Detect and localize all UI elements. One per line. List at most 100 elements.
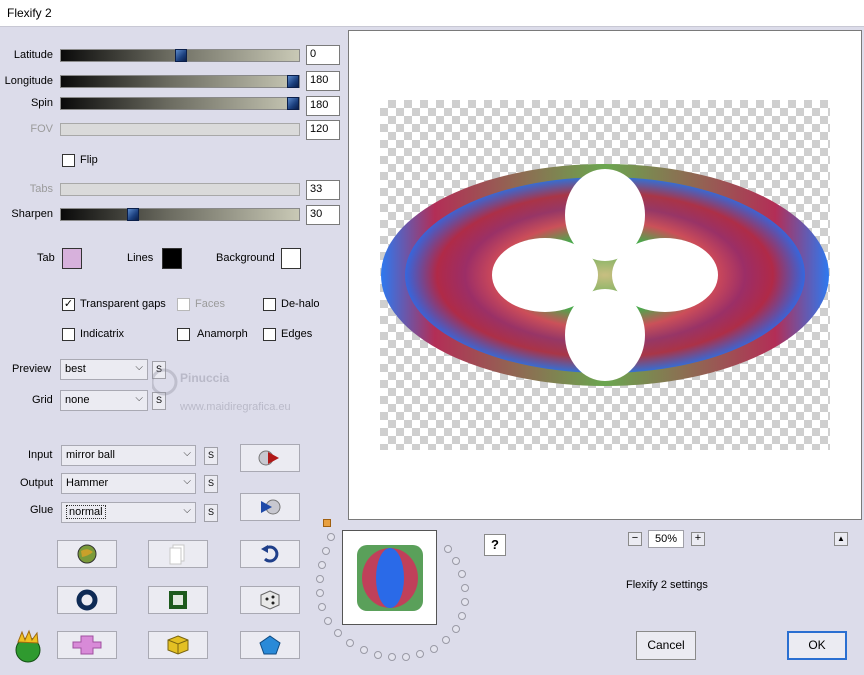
ring-icon — [76, 589, 98, 611]
glue-s-button[interactable]: S — [204, 504, 218, 522]
preset-dot[interactable] — [430, 645, 438, 653]
frame-button[interactable] — [148, 586, 208, 614]
output-s-button[interactable]: S — [204, 475, 218, 493]
latitude-thumb[interactable] — [175, 49, 187, 62]
cross-button[interactable] — [57, 631, 117, 659]
play-back-button[interactable] — [240, 493, 300, 521]
preset-dot[interactable] — [360, 646, 368, 654]
preset-dot[interactable] — [444, 545, 452, 553]
sharpen-field[interactable]: 30 — [306, 205, 340, 225]
chevron-down-icon: ⌵ — [183, 448, 191, 459]
preset-dot[interactable] — [327, 533, 335, 541]
preset-dot[interactable] — [324, 617, 332, 625]
sharpen-label: Sharpen — [11, 208, 53, 220]
play-sphere-icon — [261, 499, 281, 515]
preset-dot[interactable] — [346, 639, 354, 647]
spin-slider[interactable] — [60, 97, 300, 110]
pink-cross-icon — [72, 635, 102, 655]
preset-dot[interactable] — [334, 629, 342, 637]
preset-dot[interactable] — [461, 584, 469, 592]
transparent-gaps-checkbox[interactable]: ✓ — [62, 298, 75, 311]
preset-dot[interactable] — [461, 598, 469, 606]
fov-field[interactable]: 120 — [306, 120, 340, 140]
longitude-slider[interactable] — [60, 75, 300, 88]
window-title: Flexify 2 — [7, 6, 52, 20]
watermark-logo-icon: Pinuccia www.maidiregrafica.eu — [150, 368, 291, 413]
grid-select[interactable]: none ⌵ — [60, 390, 148, 411]
preset-dot[interactable] — [374, 651, 382, 659]
random-dice-button[interactable] — [240, 586, 300, 614]
glue-select-value: normal — [66, 505, 106, 519]
preset-dot[interactable] — [416, 650, 424, 658]
indicatrix-label: Indicatrix — [80, 328, 125, 340]
spin-field[interactable]: 180 — [306, 96, 340, 116]
sharpen-thumb[interactable] — [127, 208, 139, 221]
transparency-checker — [380, 100, 830, 450]
preset-dot[interactable] — [452, 625, 460, 633]
collapse-up-button[interactable]: ▲ — [834, 532, 848, 546]
grid-select-value: none — [65, 394, 90, 406]
preset-dot[interactable] — [316, 589, 324, 597]
edges-checkbox[interactable] — [263, 328, 276, 341]
latitude-field[interactable]: 0 — [306, 45, 340, 65]
lines-color-label: Lines — [127, 252, 154, 264]
globe-button[interactable] — [57, 540, 117, 568]
ok-button[interactable]: OK — [787, 631, 847, 660]
tab-color-label: Tab — [37, 252, 55, 264]
longitude-thumb[interactable] — [287, 75, 299, 88]
longitude-field[interactable]: 180 — [306, 71, 340, 91]
preset-dot[interactable] — [318, 603, 326, 611]
spin-label: Spin — [30, 97, 53, 109]
preset-dot[interactable] — [318, 561, 326, 569]
watermark-url: www.maidiregrafica.eu — [179, 401, 291, 413]
faces-checkbox — [177, 298, 190, 311]
cube-button[interactable] — [148, 631, 208, 659]
preview-canvas[interactable] — [348, 30, 862, 520]
dice-icon — [260, 590, 280, 610]
settings-label: Flexify 2 settings — [626, 579, 708, 591]
zoom-out-button[interactable]: − — [628, 532, 642, 546]
preset-dot[interactable] — [322, 547, 330, 555]
preset-dot[interactable] — [402, 653, 410, 661]
chevron-down-icon: ⌵ — [183, 505, 191, 516]
anamorph-checkbox[interactable] — [177, 328, 190, 341]
flip-checkbox[interactable] — [62, 154, 75, 167]
background-color-swatch[interactable] — [281, 248, 301, 269]
undo-button[interactable] — [240, 540, 300, 568]
pentagon-button[interactable] — [240, 631, 300, 659]
preset-dot[interactable] — [458, 570, 466, 578]
preset-dot[interactable] — [452, 557, 460, 565]
chevron-down-icon: ⌵ — [183, 476, 191, 487]
thumbnail-preview[interactable] — [342, 530, 437, 625]
preset-dot[interactable] — [388, 653, 396, 661]
ring-button[interactable] — [57, 586, 117, 614]
edges-label: Edges — [281, 328, 313, 340]
de-halo-checkbox[interactable] — [263, 298, 276, 311]
preview-select[interactable]: best ⌵ — [60, 359, 148, 380]
sharpen-slider[interactable] — [60, 208, 300, 221]
lines-color-swatch[interactable] — [162, 248, 182, 269]
latitude-slider[interactable] — [60, 49, 300, 62]
input-select[interactable]: mirror ball ⌵ — [61, 445, 196, 466]
tab-color-swatch[interactable] — [62, 248, 82, 269]
fov-slider — [60, 123, 300, 136]
glue-label: Glue — [30, 504, 54, 516]
output-select[interactable]: Hammer ⌵ — [61, 473, 196, 494]
chevron-down-icon: ⌵ — [135, 393, 143, 404]
globe-icon — [77, 544, 97, 564]
play-forward-button[interactable] — [240, 444, 300, 472]
flexify-logo-icon — [15, 629, 41, 663]
preset-dot[interactable] — [458, 612, 466, 620]
spin-thumb[interactable] — [287, 97, 299, 110]
input-s-button[interactable]: S — [204, 447, 218, 465]
help-button[interactable]: ? — [484, 534, 506, 556]
glue-select[interactable]: normal ⌵ — [61, 502, 196, 523]
cancel-button[interactable]: Cancel — [636, 631, 696, 660]
ring-marker-icon[interactable] — [323, 519, 331, 527]
preset-dot[interactable] — [442, 636, 450, 644]
tabs-field[interactable]: 33 — [306, 180, 340, 200]
preset-dot[interactable] — [316, 575, 324, 583]
indicatrix-checkbox[interactable] — [62, 328, 75, 341]
zoom-in-button[interactable]: + — [691, 532, 705, 546]
background-color-label: Background — [216, 252, 275, 264]
